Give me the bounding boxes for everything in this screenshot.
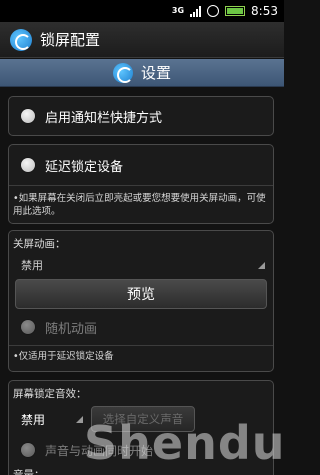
section-title: 设置 xyxy=(140,64,171,82)
app-logo-icon xyxy=(10,28,32,51)
delay-lock-card: 延迟锁定设备 •如果屏幕在关闭后立即亮起或要您想要使用关屏动画，可使用此选项。 xyxy=(8,144,274,224)
close-animation-card: 关屏动画： 禁用 预览 随机动画 •仅适用于延迟锁定设备 xyxy=(8,230,274,372)
alarm-icon xyxy=(207,5,220,17)
battery-icon xyxy=(225,6,246,16)
close-animation-note: •仅适用于延迟锁定设备 xyxy=(13,351,114,362)
lock-sound-header: 屏幕锁定音效： xyxy=(13,388,87,400)
settings-section-header: 设置 xyxy=(0,59,284,87)
spinner-arrow-icon xyxy=(258,261,265,269)
app-title: 锁屏配置 xyxy=(40,31,101,49)
notification-shortcut-option[interactable]: 启用通知栏快捷方式 xyxy=(8,96,274,136)
notification-shortcut-radio[interactable] xyxy=(21,109,35,123)
status-time: 8:53 xyxy=(251,4,278,18)
close-animation-spinner[interactable]: 禁用 xyxy=(21,255,265,275)
random-animation-radio[interactable] xyxy=(21,320,35,334)
preview-button[interactable]: 预览 xyxy=(15,279,267,309)
delay-lock-option[interactable]: 延迟锁定设备 xyxy=(9,145,273,185)
app-title-bar: 锁屏配置 xyxy=(0,22,284,58)
delay-lock-radio[interactable] xyxy=(21,158,35,172)
signal-icon xyxy=(190,5,202,17)
settings-logo-icon xyxy=(112,62,133,83)
random-animation-label: 随机动画 xyxy=(45,321,98,337)
delay-lock-label: 延迟锁定设备 xyxy=(45,159,124,175)
random-animation-option[interactable]: 随机动画 xyxy=(9,309,273,345)
spinner-arrow-icon xyxy=(76,415,83,423)
lock-sound-spinner[interactable]: 禁用 xyxy=(21,411,85,428)
lock-sound-selected: 禁用 xyxy=(21,412,46,427)
notification-shortcut-label: 启用通知栏快捷方式 xyxy=(45,110,163,126)
status-bar: 3G 8:53 xyxy=(0,0,284,22)
sync-sound-radio[interactable] xyxy=(21,443,35,457)
network-type: 3G xyxy=(171,6,185,15)
delay-lock-note: •如果屏幕在关闭后立即亮起或要您想要使用关屏动画，可使用此选项。 xyxy=(13,193,266,217)
close-animation-selected: 禁用 xyxy=(21,259,43,272)
close-animation-header: 关屏动画： xyxy=(13,238,66,250)
watermark-logo: Shendu xyxy=(84,416,286,470)
